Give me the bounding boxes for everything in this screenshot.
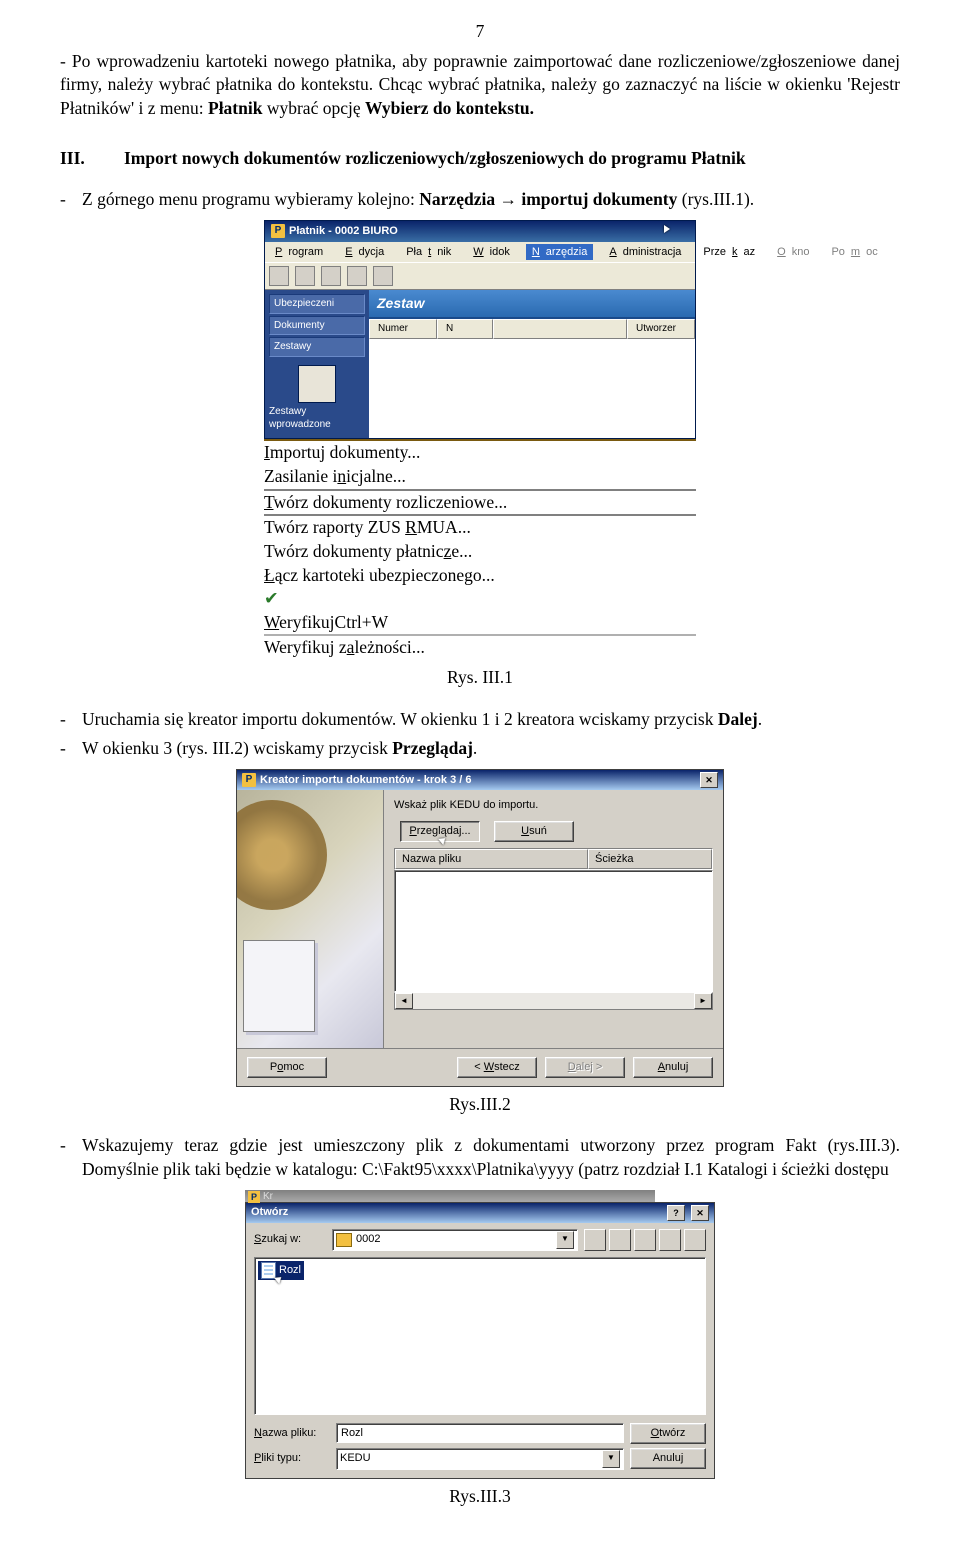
app-icon: P	[242, 773, 256, 787]
dd-lacz-kartoteki[interactable]: Łącz kartoteki ubezpieczonego...	[264, 564, 696, 588]
menu-edycja[interactable]: Edycja	[339, 244, 390, 261]
menu-widok[interactable]: Widok	[467, 244, 516, 261]
dd-tworz-rozl[interactable]: Twórz dokumenty rozliczeniowe...	[264, 489, 696, 515]
sidebar-zestawy[interactable]: Zestawy	[269, 337, 365, 357]
fig3-caption: Rys.III.3	[60, 1485, 900, 1509]
toolbar-icon[interactable]	[321, 266, 341, 286]
cancel-button[interactable]: Anuluj	[633, 1057, 713, 1078]
dd-tworz-raporty[interactable]: Twórz raporty ZUS RMUA...	[264, 514, 696, 540]
scroll-right-icon[interactable]: ►	[694, 993, 712, 1009]
doc-icon	[264, 489, 696, 491]
fig1-sidebar: Ubezpieczeni Dokumenty Zestawy Zestawy w…	[265, 290, 369, 438]
bullet-item-2: - Uruchamia się kreator importu dokument…	[60, 708, 900, 732]
fig1-caption: Rys. III.1	[60, 666, 900, 690]
menu-program[interactable]: Program	[269, 244, 329, 261]
menu-administracja[interactable]: Administracja	[603, 244, 687, 261]
folder-icon	[298, 365, 336, 403]
document-icon	[261, 1262, 276, 1279]
chevron-down-icon[interactable]: ▼	[602, 1450, 620, 1468]
fig2-caption: Rys.III.2	[60, 1093, 900, 1117]
fig2-listbox[interactable]	[394, 870, 713, 992]
cancel-button[interactable]: Anuluj	[630, 1448, 706, 1469]
menu-okno[interactable]: Okno	[771, 244, 815, 261]
dd-weryfikuj-zal: Weryfikuj zależności...	[264, 634, 696, 660]
fig2-titlebar: P Kreator importu dokumentów - krok 3 / …	[237, 770, 723, 790]
fig2-hscrollbar[interactable]: ◄ ►	[394, 992, 713, 1010]
filetype-label: Pliki typu:	[254, 1451, 330, 1466]
check-icon: ✔	[264, 587, 696, 611]
intro-paragraph: - Po wprowadzeniu kartoteki nowego płatn…	[60, 50, 900, 121]
menu-platnik[interactable]: Płatnik	[400, 244, 457, 261]
filetype-combo[interactable]: KEDU▼	[336, 1448, 624, 1470]
fig2-list-header: Nazwa pliku Ścieżka	[394, 848, 713, 871]
dd-weryfikuj: ✔WeryfikujCtrl+W	[264, 587, 696, 634]
fig3-open-dialog: Otwórz ? ✕ Szukaj w: 0002 ▼ Rozl	[245, 1202, 715, 1479]
fig1-toolbar	[265, 262, 695, 290]
folder-icon	[336, 1233, 352, 1247]
fig3-titlebar: Otwórz ? ✕	[246, 1203, 714, 1223]
chevron-down-icon[interactable]: ▼	[556, 1231, 574, 1249]
sidebar-dokumenty[interactable]: Dokumenty	[269, 316, 365, 336]
bullet-item-4: - Wskazujemy teraz gdzie jest umieszczon…	[60, 1134, 900, 1181]
dd-tworz-platnicze[interactable]: Twórz dokumenty płatnicze...	[264, 540, 696, 564]
help-button[interactable]: Pomoc	[247, 1057, 327, 1078]
back-button[interactable]: < Wstecz	[457, 1057, 537, 1078]
file-item[interactable]: Rozl	[258, 1261, 304, 1280]
sidebar-zestawy-wprowadzone[interactable]: Zestawy wprowadzone	[269, 365, 365, 432]
fig1-tab-header: Zestaw	[369, 290, 695, 319]
menu-pomoc[interactable]: Pomoc	[825, 244, 883, 261]
lookin-combo[interactable]: 0002 ▼	[332, 1229, 578, 1251]
browse-button[interactable]: Przeglądaj...	[400, 821, 480, 842]
page-number: 7	[60, 20, 900, 44]
sidebar-ubezpieczeni[interactable]: Ubezpieczeni	[269, 294, 365, 314]
delete-button[interactable]: Usuń	[494, 821, 574, 842]
next-button: Dalej >	[545, 1057, 625, 1078]
toolbar-icon[interactable]	[269, 266, 289, 286]
open-button[interactable]: Otwórz	[630, 1423, 706, 1444]
fig2-kreator-dialog: P Kreator importu dokumentów - krok 3 / …	[236, 769, 724, 1087]
list-view-icon[interactable]	[659, 1229, 681, 1251]
fig1-menubar: Program Edycja Płatnik Widok Narzędzia A…	[265, 242, 695, 263]
scroll-left-icon[interactable]: ◄	[395, 993, 413, 1009]
fig1-platnik-window: P Płatnik - 0002 BIURO Program Edycja Pł…	[264, 220, 696, 440]
bullet-item-1: - Z górnego menu programu wybieramy kole…	[60, 188, 900, 212]
filename-input[interactable]: Rozl	[336, 1423, 624, 1443]
dd-importuj[interactable]: Importuj dokumenty...	[264, 439, 696, 465]
close-icon[interactable]: ✕	[691, 1205, 709, 1221]
dd-zasilanie[interactable]: Zasilanie inicjalne...	[264, 465, 696, 489]
fig1-dropdown: Importuj dokumenty... Zasilanie inicjaln…	[264, 439, 696, 660]
up-folder-icon[interactable]	[584, 1229, 606, 1251]
fig2-instruction: Wskaż plik KEDU do importu.	[394, 798, 713, 813]
lookin-label: Szukaj w:	[254, 1232, 326, 1247]
fig1-titlebar: P Płatnik - 0002 BIURO	[265, 221, 695, 242]
desktop-icon[interactable]	[609, 1229, 631, 1251]
menu-przekaz[interactable]: Przekaz	[697, 244, 761, 261]
section-heading: III. Import nowych dokumentów rozliczeni…	[60, 147, 900, 171]
help-icon[interactable]: ?	[667, 1205, 685, 1221]
fig3-file-list[interactable]: Rozl	[254, 1257, 706, 1415]
fig2-footer: Pomoc < Wstecz Dalej > Anuluj	[237, 1048, 723, 1086]
close-button[interactable]: ✕	[700, 772, 718, 788]
fig2-side-image	[237, 790, 384, 1048]
toolbar-icon[interactable]	[295, 266, 315, 286]
doc-icon	[264, 514, 696, 516]
filename-label: Nazwa pliku:	[254, 1426, 330, 1441]
fig1-column-headers: Numer N Utworzer	[369, 319, 695, 339]
bullet-item-3: - W okienku 3 (rys. III.2) wciskamy przy…	[60, 737, 900, 761]
toolbar-icon[interactable]	[347, 266, 367, 286]
app-icon: P	[271, 224, 285, 238]
new-folder-icon[interactable]	[634, 1229, 656, 1251]
toolbar-icon[interactable]	[373, 266, 393, 286]
detail-view-icon[interactable]	[684, 1229, 706, 1251]
cursor-icon	[664, 225, 670, 233]
menu-narzedzia[interactable]: Narzędzia	[526, 244, 594, 261]
